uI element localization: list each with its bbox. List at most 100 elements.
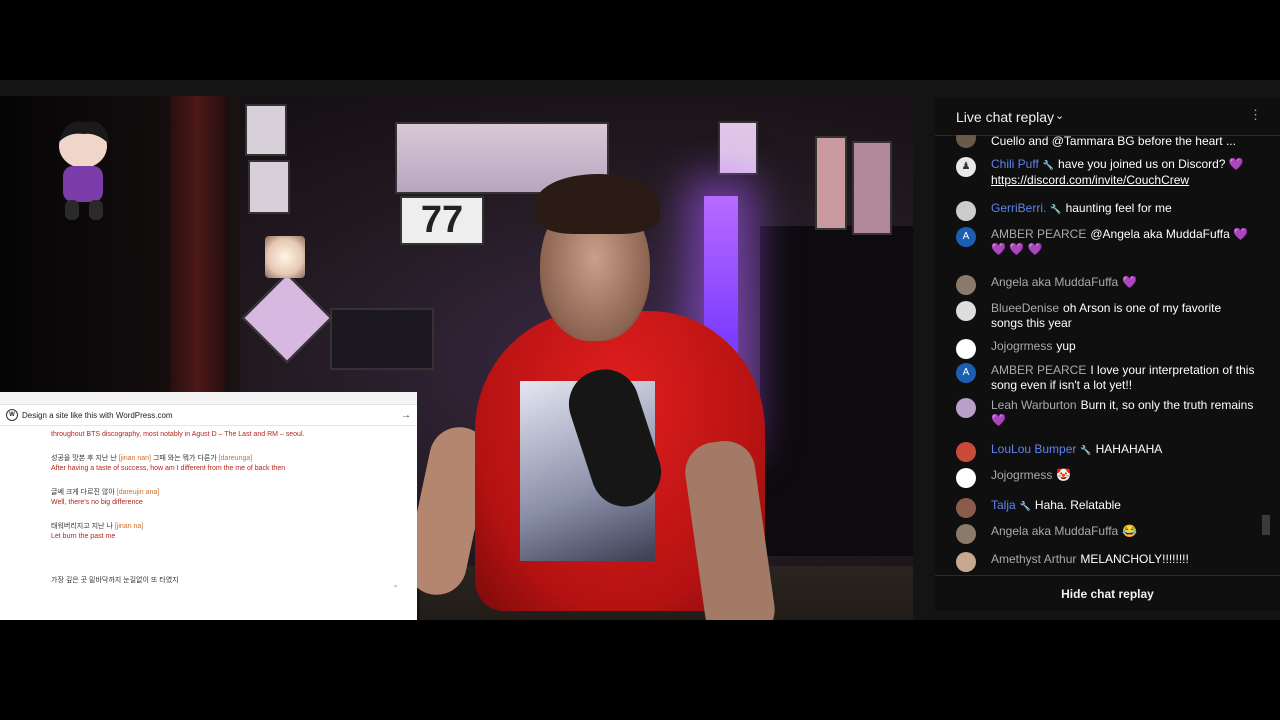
chat-message: Angela aka MuddaFuffa 😂 (956, 524, 1256, 544)
chevron-up-icon[interactable]: ⌃ (392, 584, 399, 593)
chat-message: A AMBER PEARCE I love your interpretation… (956, 363, 1256, 393)
avatar[interactable] (956, 301, 976, 321)
chat-message: Cuello and @Tammara BG before the heart … (956, 135, 1256, 149)
message-text: have you joined us on Discord? 💜 (1058, 157, 1244, 171)
art-frame (718, 121, 758, 175)
avatar[interactable] (956, 468, 976, 488)
lyrics-article: throughout BTS discography, most notably… (0, 426, 417, 586)
hide-chat-replay-button[interactable]: Hide chat replay (935, 576, 1280, 612)
lyric-korean: 성공을 맛본 후 지난 난 (51, 455, 117, 462)
message-text: MELANCHOLY!!!!!!!! (1080, 552, 1189, 566)
wrench-icon: 🔧 (1042, 160, 1055, 170)
author-name[interactable]: Angela aka MuddaFuffa (991, 275, 1118, 289)
more-vert-icon[interactable]: ⋮ (1249, 107, 1262, 123)
chat-title[interactable]: Live chat replay (956, 109, 1054, 125)
wordpress-banner[interactable]: W Design a site like this with WordPress… (0, 405, 417, 426)
avatar[interactable] (956, 201, 976, 221)
curtain (170, 96, 225, 396)
message-text: 😂 (1122, 524, 1138, 538)
lyric-block: 글쎄 크게 다르진 않아 [dareujin ana] Well, there'… (51, 488, 417, 508)
avatar[interactable] (956, 135, 976, 148)
message-text: HAHAHAHA (1095, 442, 1163, 456)
browser-url-bar (0, 392, 417, 405)
author-name[interactable]: Angela aka MuddaFuffa (991, 524, 1118, 538)
author-name[interactable]: Chili Puff (991, 157, 1039, 171)
avatar[interactable] (956, 398, 976, 418)
lyric-romanization: [dareujin ana] (116, 489, 160, 496)
lyric-korean: 그때 와는 뭐가 다른가 (152, 455, 217, 462)
author-name[interactable]: LouLou Bumper (991, 442, 1076, 456)
flip-clock: 77 (400, 196, 484, 245)
author-name[interactable]: Leah Warburton (991, 398, 1077, 412)
lyric-romanization: [dareunga] (218, 455, 253, 462)
message-text: Haha. Relatable (1034, 498, 1121, 512)
chevron-down-icon[interactable]: ⌄ (1055, 109, 1064, 122)
avatar[interactable]: ♟ (956, 157, 976, 177)
chat-footer: Hide chat replay (935, 575, 1280, 612)
chat-message: Jojogrmess 🤡 (956, 468, 1256, 488)
stream-frame: 77 W Design a site like this with WordPr… (0, 80, 1280, 620)
avatar[interactable] (956, 498, 976, 518)
avatar[interactable] (956, 442, 976, 462)
message-text: Cuello and @Tammara BG before the heart … (991, 135, 1236, 148)
lyric-korean: 글쎄 크게 다르진 않아 (51, 489, 115, 496)
wordpress-banner-text: Design a site like this with WordPress.c… (22, 410, 173, 420)
chat-message: GerriBerri. 🔧 haunting feel for me (956, 201, 1256, 221)
wordpress-overlay[interactable]: W Design a site like this with WordPress… (0, 392, 417, 620)
message-text: @Angela aka MuddaFuffa 💜 (1090, 227, 1249, 241)
avatar[interactable] (956, 552, 976, 572)
author-name[interactable]: Jojogrmess (991, 468, 1052, 482)
author-name[interactable]: Amethyst Arthur (991, 552, 1076, 566)
wordpress-icon: W (6, 409, 18, 421)
message-text: yup (1056, 339, 1076, 353)
chat-message: Jojogrmess yup (956, 339, 1256, 359)
chat-scrollbar[interactable] (1262, 515, 1270, 535)
arrow-right-icon[interactable]: → (401, 410, 411, 421)
author-name[interactable]: GerriBerri. (991, 201, 1046, 215)
message-link[interactable]: https://discord.com/invite/CouchCrew (991, 173, 1256, 188)
chat-header: Live chat replay ⌄ ⋮ (935, 97, 1280, 136)
avatar[interactable] (956, 524, 976, 544)
chat-message: Angela aka MuddaFuffa 💜 (956, 275, 1256, 295)
chat-message: Talja 🔧 Haha. Relatable (956, 498, 1256, 518)
room-wall-right (760, 226, 913, 556)
lyric-block: 태워버리지고 지난 나 [jinan na] Let burn the past… (51, 522, 417, 542)
lyric-english: After having a taste of success, how am … (51, 465, 286, 472)
art-frame (815, 136, 847, 230)
logo-frame (248, 160, 290, 214)
author-name[interactable]: Talja (991, 498, 1016, 512)
photo-frame (330, 308, 434, 370)
lyric-korean: 태워버리지고 지난 나 (51, 523, 113, 530)
avatar[interactable] (956, 275, 976, 295)
avatar[interactable] (956, 339, 976, 359)
author-name[interactable]: BlueeDenise (991, 301, 1059, 315)
author-name[interactable]: AMBER PEARCE (991, 363, 1086, 377)
message-text: haunting feel for me (1065, 201, 1172, 215)
message-text: 💜 (1122, 275, 1138, 289)
lyric-romanization: [jinan nan] (118, 455, 152, 462)
wrench-icon: 🔧 (1050, 204, 1062, 214)
message-text: 🤡 (1056, 468, 1072, 482)
avatar[interactable]: A (956, 363, 976, 383)
lyric-english: Well, there's no big difference (51, 499, 143, 506)
diamond-frame (241, 272, 333, 364)
article-intro: throughout BTS discography, most notably… (51, 431, 305, 438)
author-name[interactable]: AMBER PEARCE (991, 227, 1086, 241)
wrench-icon: 🔧 (1080, 445, 1092, 455)
author-name[interactable]: Jojogrmess (991, 339, 1052, 353)
avatar[interactable]: A (956, 227, 976, 247)
chat-message: Amethyst Arthur MELANCHOLY!!!!!!!! (956, 552, 1256, 572)
lyric-korean: 가장 깊은 곳 밑바닥까지 눈길없이 또 타였지 (51, 577, 179, 584)
lyric-english: Let burn the past me (51, 533, 116, 540)
chat-message: Leah Warburton Burn it, so only the truth… (956, 398, 1256, 428)
art-frame (852, 141, 892, 235)
lyric-romanization: [jinan na] (114, 523, 144, 530)
chat-messages[interactable]: Cuello and @Tammara BG before the heart … (935, 135, 1270, 575)
message-text: 💜 💜 💜 (991, 242, 1043, 256)
lamp (265, 236, 305, 278)
chat-message: LouLou Bumper 🔧 HAHAHAHA (956, 442, 1256, 462)
webcam-video[interactable]: 77 W Design a site like this with WordPr… (0, 96, 913, 620)
hair (535, 174, 660, 234)
wrench-icon: 🔧 (1019, 501, 1031, 511)
cartoon-character (59, 121, 109, 220)
